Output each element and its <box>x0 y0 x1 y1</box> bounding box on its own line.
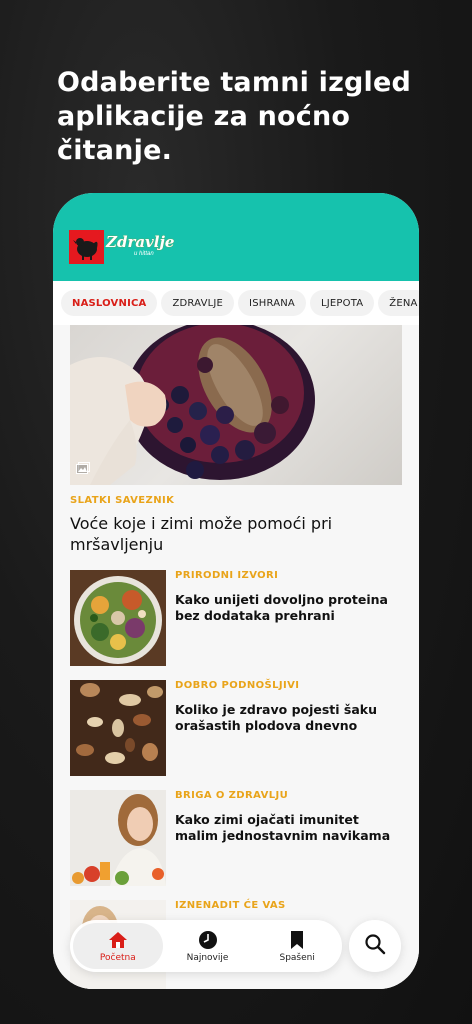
tab-naslovnica[interactable]: NASLOVNICA <box>61 290 158 316</box>
nav-saved[interactable]: Spašeni <box>252 923 342 969</box>
app-header: Zdravlje u hittan <box>53 193 419 281</box>
nav-latest-label: Najnovije <box>186 952 229 963</box>
logo-mark-icon <box>69 230 104 264</box>
promo-headline: Odaberite tamni izgled aplikacije za noć… <box>57 67 412 166</box>
article-title[interactable]: Kako unijeti dovoljno proteina bez dodat… <box>175 592 395 624</box>
article-category: PRIRODNI IZVORI <box>175 570 279 581</box>
tab-zena[interactable]: ŽENA <box>378 290 419 316</box>
bottom-nav: Početna Najnovije Spašeni <box>70 920 342 972</box>
home-icon <box>108 930 128 950</box>
article-category: BRIGA O ZDRAVLJU <box>175 790 289 801</box>
nav-home-label: Početna <box>99 952 136 963</box>
logo-sub: u hittan <box>134 251 154 257</box>
article-thumb[interactable] <box>70 680 166 776</box>
logo-word: Zdravlje <box>106 233 175 251</box>
clock-icon <box>198 930 218 950</box>
category-tabs: NASLOVNICA ZDRAVLJE ISHRANA LJEPOTA ŽENA <box>53 281 419 325</box>
tab-ljepota[interactable]: LJEPOTA <box>309 290 375 316</box>
search-icon <box>364 933 386 960</box>
nav-latest[interactable]: Najnovije <box>163 923 253 969</box>
bookmark-icon <box>290 930 304 950</box>
article-title[interactable]: Kako zimi ojačati imunitet malim jednost… <box>175 812 395 844</box>
article-category: IZNENADIT ĆE VAS <box>175 900 286 911</box>
nav-home[interactable]: Početna <box>73 923 163 969</box>
hero-image[interactable] <box>70 325 402 485</box>
article-title[interactable]: Koliko je zdravo pojesti šaku orašastih … <box>175 702 395 734</box>
hero-category: SLATKI SAVEZNIK <box>70 495 175 506</box>
tab-ishrana[interactable]: ISHRANA <box>238 290 306 316</box>
search-button[interactable] <box>349 920 401 972</box>
phone-frame: Zdravlje u hittan NASLOVNICA ZDRAVLJE IS… <box>53 193 419 989</box>
hero-title[interactable]: Voće koje i zimi može pomoći pri mršavlj… <box>70 513 370 555</box>
gallery-icon <box>76 461 90 479</box>
article-feed: SLATKI SAVEZNIK Voće koje i zimi može po… <box>53 325 419 989</box>
nav-saved-label: Spašeni <box>279 952 315 963</box>
article-thumb[interactable] <box>70 790 166 886</box>
tab-zdravlje[interactable]: ZDRAVLJE <box>161 290 235 316</box>
app-logo[interactable]: Zdravlje u hittan <box>69 230 174 264</box>
article-thumb[interactable] <box>70 570 166 666</box>
article-category: DOBRO PODNOŠLJIVI <box>175 680 300 691</box>
